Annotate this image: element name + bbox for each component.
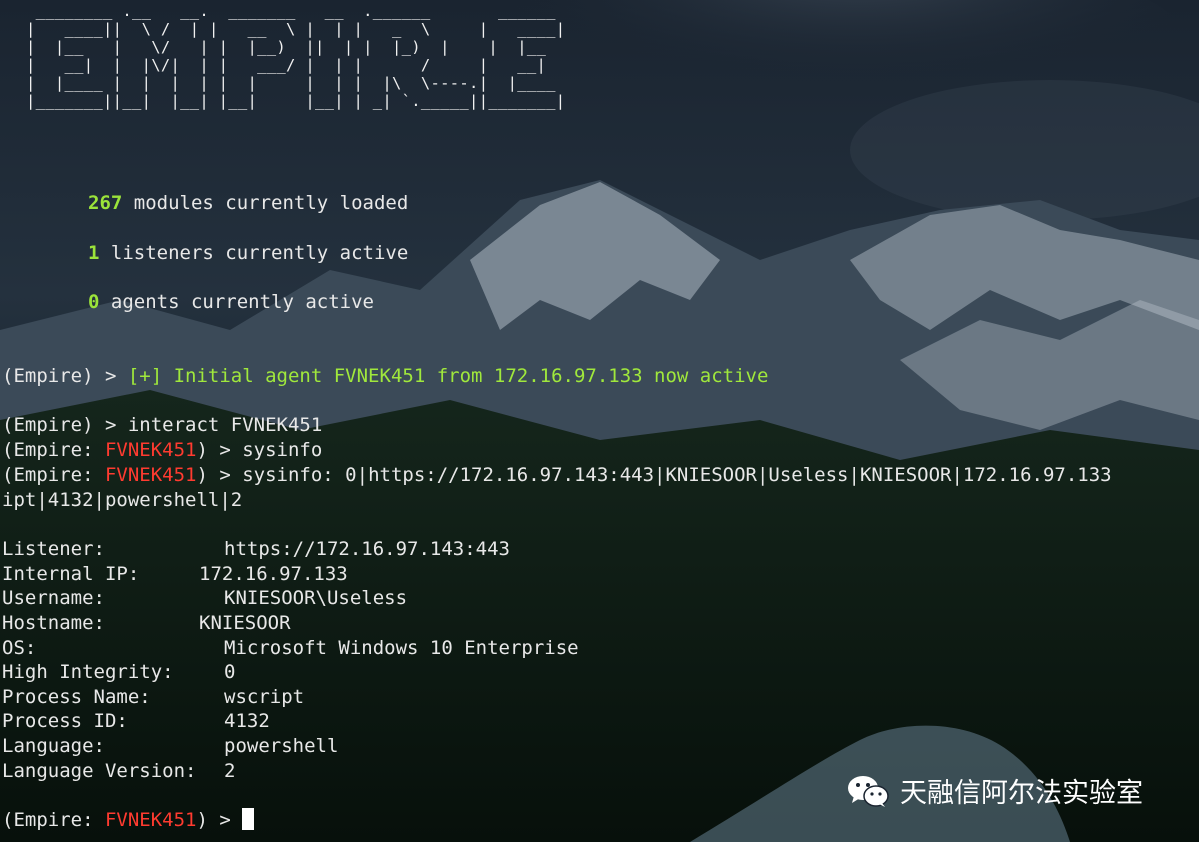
sysinfo-row: Listener: https://172.16.97.143:443 [2,537,510,561]
stat-label: agents currently active [99,291,374,313]
wechat-icon [848,775,889,807]
sysinfo-key: Username: [2,587,105,609]
command: sysinfo [242,439,323,461]
sysinfo-row: Language: powershell [2,734,338,758]
agent-name: FVNEK451 [104,439,197,461]
prompt-close: ) > [196,439,243,461]
sysinfo-row: High Integrity: 0 [2,660,235,684]
sysinfo-row: Process ID: 4132 [2,709,270,733]
sysinfo-value: Microsoft Windows 10 Enterprise [224,637,579,659]
stat-count: 0 [88,291,100,313]
prompt-open: (Empire: [2,439,105,461]
sysinfo-row: OS: Microsoft Windows 10 Enterprise [2,636,579,660]
sysinfo-key: High Integrity: [2,661,174,683]
agent-name: FVNEK451 [104,809,197,831]
sysinfo-value: KNIESOOR [199,612,291,634]
stat-count: 267 [88,192,123,214]
sysinfo-value: KNIESOOR\Useless [224,587,408,609]
stat-listeners: 1 listeners currently active [88,241,408,265]
sysinfo-row: Internal IP: 172.16.97.133 [2,562,348,586]
prompt-open: (Empire: [2,809,105,831]
terminal-window[interactable]: ________ .__ __. _______ __ .______ ____… [0,0,1199,842]
agent-notice: [+] Initial agent FVNEK451 from 172.16.9… [127,365,769,387]
empire-ascii-banner: ________ .__ __. _______ __ .______ ____… [26,2,566,110]
sysinfo-row: Hostname: KNIESOOR [2,611,291,635]
sysinfo-value: 4132 [224,710,270,732]
sysinfo-key: Hostname: [2,612,105,634]
sysinfo-value: 2 [224,760,236,782]
prompt: (Empire) > [2,365,128,387]
sysinfo-raw: sysinfo: 0|https://172.16.97.143:443|KNI… [242,464,1112,486]
current-prompt-line[interactable]: (Empire: FVNEK451) > [2,808,255,832]
sysinfo-key: Language Version: [2,760,197,782]
sysinfo-value: 0 [224,661,236,683]
text-cursor[interactable] [242,808,255,830]
watermark: 天融信阿尔法实验室 [846,771,1143,810]
sysinfo-value: wscript [224,686,305,708]
agent-notice-line: (Empire) > [+] Initial agent FVNEK451 fr… [2,364,768,388]
sysinfo-value: https://172.16.97.143:443 [224,538,510,560]
sysinfo-key: Process ID: [2,710,128,732]
prompt-open: (Empire: [2,464,105,486]
interact-command-line: (Empire) > interact FVNEK451 [2,414,323,436]
stat-agents: 0 agents currently active [88,290,374,314]
sysinfo-key: Process Name: [2,686,151,708]
agent-name: FVNEK451 [104,464,197,486]
sysinfo-key: Language: [2,735,105,757]
sysinfo-output-line: (Empire: FVNEK451) > sysinfo: 0|https://… [2,463,1112,487]
sysinfo-value: 172.16.97.133 [199,563,348,585]
stat-count: 1 [88,242,100,264]
sysinfo-value: powershell [224,735,339,757]
sysinfo-row: Language Version: 2 [2,759,235,783]
sysinfo-key: OS: [2,637,37,659]
stat-label: listeners currently active [99,242,409,264]
sysinfo-wrap-line: ipt|4132|powershell|2 [2,489,243,511]
sysinfo-row: Process Name: wscript [2,685,304,709]
sysinfo-key: Internal IP: [2,563,140,585]
stat-label: modules currently loaded [122,192,409,214]
prompt-close: ) > [196,464,243,486]
stat-modules: 267 modules currently loaded [88,191,408,215]
watermark-text: 天融信阿尔法实验室 [900,778,1143,809]
prompt-close: ) > [196,809,243,831]
sysinfo-key: Listener: [2,538,105,560]
sysinfo-row: Username: KNIESOOR\Useless [2,586,407,610]
sysinfo-command-line: (Empire: FVNEK451) > sysinfo [2,438,322,462]
